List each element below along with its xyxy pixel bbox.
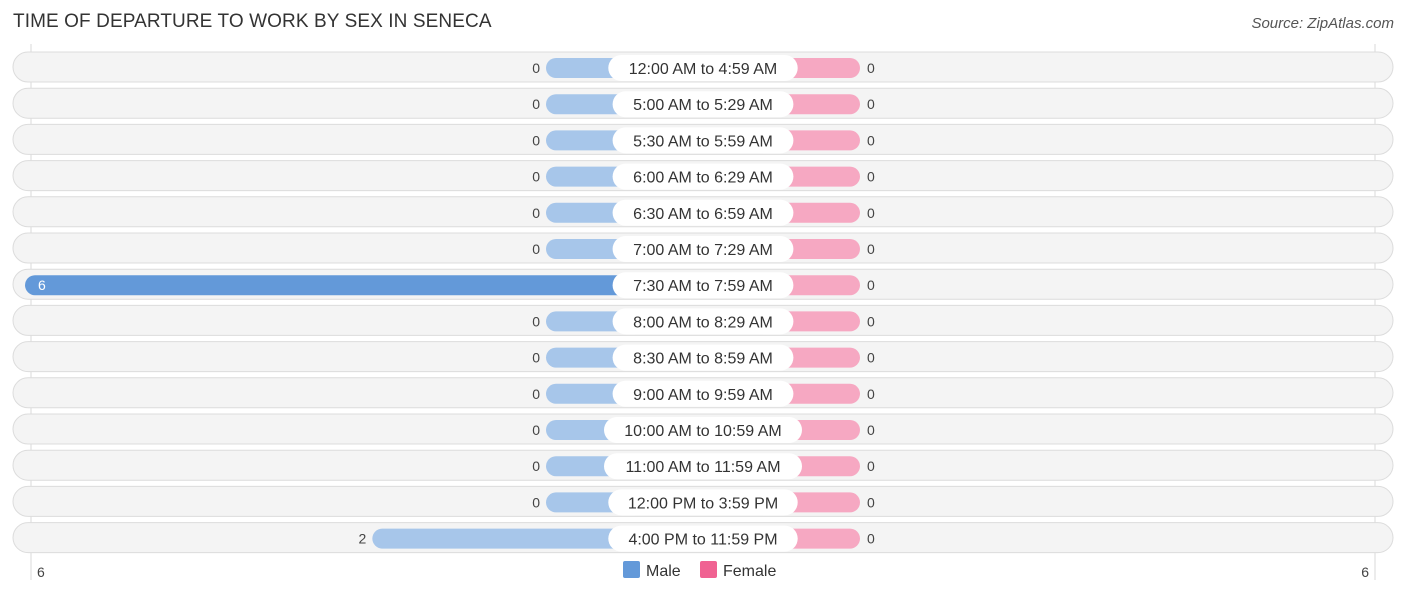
- male-value-label: 0: [532, 422, 540, 438]
- axis-tick-right: 6: [1361, 564, 1369, 580]
- female-value-label: 0: [867, 241, 875, 257]
- female-value-label: 0: [867, 350, 875, 366]
- male-value-label: 0: [532, 494, 540, 510]
- category-label: 6:30 AM to 6:59 AM: [633, 206, 773, 223]
- male-value-label: 6: [38, 277, 46, 293]
- category-label: 12:00 AM to 4:59 AM: [629, 61, 778, 78]
- axis-tick-left: 6: [37, 564, 45, 580]
- chart-canvas: 0 0 12:00 AM to 4:59 AM 0 0 5:00 AM to 5:29 A…: [12, 44, 1394, 580]
- category-label: 8:00 AM to 8:29 AM: [633, 314, 773, 331]
- female-value-label: 0: [867, 494, 875, 510]
- male-value-label: 0: [532, 313, 540, 329]
- female-value-label: 0: [867, 277, 875, 293]
- category-label: 12:00 PM to 3:59 PM: [628, 495, 778, 512]
- category-label: 11:00 AM to 11:59 AM: [625, 459, 780, 476]
- male-value-label: 0: [532, 169, 540, 185]
- male-value-label: 0: [532, 132, 540, 148]
- female-value-label: 0: [867, 531, 875, 547]
- male-value-label: 0: [532, 60, 540, 76]
- legend-label-female: Female: [723, 563, 776, 580]
- male-value-label: 0: [532, 241, 540, 257]
- legend-label-male: Male: [646, 563, 681, 580]
- female-value-label: 0: [867, 169, 875, 185]
- category-label: 6:00 AM to 6:29 AM: [633, 170, 773, 187]
- category-label: 5:30 AM to 5:59 AM: [633, 133, 773, 150]
- female-value-label: 0: [867, 96, 875, 112]
- category-label: 5:00 AM to 5:29 AM: [633, 97, 773, 114]
- male-bar[interactable]: [25, 275, 703, 296]
- female-value-label: 0: [867, 386, 875, 402]
- female-value-label: 0: [867, 60, 875, 76]
- category-label: 10:00 AM to 10:59 AM: [624, 423, 781, 440]
- category-label: 8:30 AM to 8:59 AM: [633, 351, 773, 368]
- category-label: 9:00 AM to 9:59 AM: [633, 387, 773, 404]
- male-value-label: 0: [532, 458, 540, 474]
- category-label: 7:30 AM to 7:59 AM: [633, 278, 773, 295]
- legend-swatch-male: [623, 561, 640, 578]
- category-label: 4:00 PM to 11:59 PM: [628, 532, 777, 549]
- male-value-label: 2: [359, 531, 367, 547]
- female-value-label: 0: [867, 313, 875, 329]
- female-value-label: 0: [867, 205, 875, 221]
- male-value-label: 0: [532, 386, 540, 402]
- legend-swatch-female: [700, 561, 717, 578]
- male-value-label: 0: [532, 350, 540, 366]
- category-label: 7:00 AM to 7:29 AM: [633, 242, 773, 259]
- female-value-label: 0: [867, 458, 875, 474]
- female-value-label: 0: [867, 422, 875, 438]
- male-value-label: 0: [532, 96, 540, 112]
- male-value-label: 0: [532, 205, 540, 221]
- female-value-label: 0: [867, 132, 875, 148]
